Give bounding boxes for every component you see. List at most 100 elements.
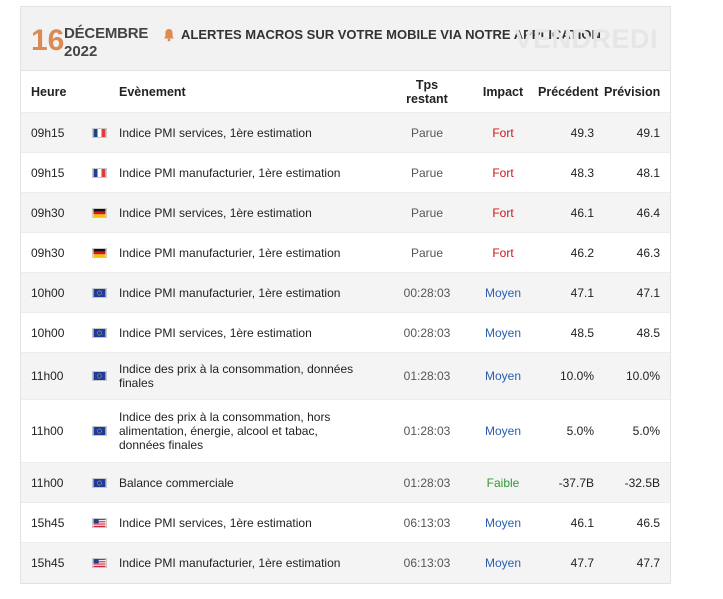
previous-value: 49.3 bbox=[538, 112, 604, 153]
date-month: DÉCEMBRE bbox=[64, 25, 149, 42]
weekday-label: VENDREDI bbox=[514, 24, 658, 54]
event-name[interactable]: Indice PMI manufacturier, 1ère estimatio… bbox=[119, 542, 386, 583]
table-row[interactable]: 10h00 Indice PMI services, 1ère estimatio… bbox=[21, 312, 670, 353]
previous-value: 46.1 bbox=[538, 192, 604, 233]
event-time: 11h00 bbox=[21, 352, 79, 400]
previous-value: 47.1 bbox=[538, 272, 604, 313]
forecast-value: 10.0% bbox=[604, 352, 670, 400]
event-name[interactable]: Indice PMI services, 1ère estimation bbox=[119, 502, 386, 543]
time-remaining: 01:28:03 bbox=[386, 399, 468, 463]
table-row[interactable]: 11h00 Indice des prix à la consommation, … bbox=[21, 399, 670, 463]
flag-usa-icon bbox=[91, 517, 107, 528]
col-prevision: Prévision bbox=[604, 71, 670, 113]
time-remaining: Parue bbox=[386, 192, 468, 233]
impact-level: Moyen bbox=[468, 542, 538, 583]
col-evenement: Evènement bbox=[119, 71, 386, 113]
col-impact: Impact bbox=[468, 71, 538, 113]
economic-calendar: 16 DÉCEMBRE 2022 ALERTES MACROS SUR VOTR… bbox=[20, 6, 671, 584]
previous-value: -37.7B bbox=[538, 462, 604, 503]
event-time: 11h00 bbox=[21, 462, 79, 503]
forecast-value: 5.0% bbox=[604, 399, 670, 463]
table-row[interactable]: 09h30 Indice PMI services, 1ère estimatio… bbox=[21, 192, 670, 233]
time-remaining: 00:28:03 bbox=[386, 312, 468, 353]
table-row[interactable]: 15h45 Indice PMI services, 1ère estimatio… bbox=[21, 502, 670, 543]
forecast-value: 47.7 bbox=[604, 542, 670, 583]
event-time: 11h00 bbox=[21, 399, 79, 463]
event-name[interactable]: Indice PMI services, 1ère estimation bbox=[119, 112, 386, 153]
event-time: 09h30 bbox=[21, 232, 79, 273]
impact-level: Fort bbox=[468, 112, 538, 153]
impact-level: Moyen bbox=[468, 312, 538, 353]
country-flag bbox=[79, 272, 119, 313]
forecast-value: 47.1 bbox=[604, 272, 670, 313]
event-name[interactable]: Indice PMI services, 1ère estimation bbox=[119, 312, 386, 353]
impact-level: Moyen bbox=[468, 399, 538, 463]
country-flag bbox=[79, 232, 119, 273]
previous-value: 10.0% bbox=[538, 352, 604, 400]
table-row[interactable]: 09h15 Indice PMI services, 1ère estimatio… bbox=[21, 112, 670, 153]
impact-level: Faible bbox=[468, 462, 538, 503]
country-flag bbox=[79, 399, 119, 463]
event-name[interactable]: Indice PMI manufacturier, 1ère estimatio… bbox=[119, 272, 386, 313]
events-table: Heure Evènement Tps restant Impact Précé… bbox=[21, 71, 670, 583]
table-row[interactable]: 11h00 Balance commerciale 01:28:03 Faible -3… bbox=[21, 462, 670, 503]
previous-value: 48.5 bbox=[538, 312, 604, 353]
country-flag bbox=[79, 542, 119, 583]
time-remaining: 01:28:03 bbox=[386, 352, 468, 400]
col-heure: Heure bbox=[21, 71, 79, 113]
flag-eu-icon bbox=[91, 477, 107, 488]
table-row[interactable]: 09h30 Indice PMI manufacturier, 1ère esti… bbox=[21, 232, 670, 273]
previous-value: 46.2 bbox=[538, 232, 604, 273]
calendar-header: 16 DÉCEMBRE 2022 ALERTES MACROS SUR VOTR… bbox=[21, 7, 670, 71]
col-tps-restant: Tps restant bbox=[386, 71, 468, 113]
time-remaining: Parue bbox=[386, 152, 468, 193]
previous-value: 5.0% bbox=[538, 399, 604, 463]
date-day: 16 bbox=[31, 24, 65, 57]
table-row[interactable]: 11h00 Indice des prix à la consommation, … bbox=[21, 352, 670, 400]
event-name[interactable]: Indice PMI manufacturier, 1ère estimatio… bbox=[119, 232, 386, 273]
flag-france-icon bbox=[91, 127, 107, 138]
event-time: 09h15 bbox=[21, 152, 79, 193]
event-time: 09h15 bbox=[21, 112, 79, 153]
col-tps-line2: restant bbox=[406, 91, 448, 106]
table-row[interactable]: 15h45 Indice PMI manufacturier, 1ère esti… bbox=[21, 542, 670, 583]
previous-value: 48.3 bbox=[538, 152, 604, 193]
previous-value: 47.7 bbox=[538, 542, 604, 583]
country-flag bbox=[79, 112, 119, 153]
flag-germany-icon bbox=[91, 207, 107, 218]
col-precedent: Précédent bbox=[538, 71, 604, 113]
event-name[interactable]: Indice PMI services, 1ère estimation bbox=[119, 192, 386, 233]
impact-level: Fort bbox=[468, 232, 538, 273]
time-remaining: 01:28:03 bbox=[386, 462, 468, 503]
time-remaining: Parue bbox=[386, 232, 468, 273]
forecast-value: 46.5 bbox=[604, 502, 670, 543]
impact-level: Moyen bbox=[468, 272, 538, 313]
time-remaining: Parue bbox=[386, 112, 468, 153]
flag-usa-icon bbox=[91, 557, 107, 568]
flag-eu-icon bbox=[91, 371, 107, 381]
previous-value: 46.1 bbox=[538, 502, 604, 543]
forecast-value: 48.5 bbox=[604, 312, 670, 353]
impact-level: Moyen bbox=[468, 352, 538, 400]
col-tps-line1: Tps bbox=[415, 77, 439, 92]
table-header-row: Heure Evènement Tps restant Impact Précé… bbox=[21, 71, 670, 113]
table-row[interactable]: 10h00 Indice PMI manufacturier, 1ère esti… bbox=[21, 272, 670, 313]
event-time: 10h00 bbox=[21, 272, 79, 313]
event-name[interactable]: Indice des prix à la consommation, hors … bbox=[119, 399, 386, 463]
table-row[interactable]: 09h15 Indice PMI manufacturier, 1ère esti… bbox=[21, 152, 670, 193]
event-name[interactable]: Indice PMI manufacturier, 1ère estimatio… bbox=[119, 152, 386, 193]
impact-level: Fort bbox=[468, 192, 538, 233]
country-flag bbox=[79, 502, 119, 543]
event-name[interactable]: Balance commerciale bbox=[119, 462, 386, 503]
flag-eu-icon bbox=[91, 426, 107, 436]
events-body: 09h15 Indice PMI services, 1ère estimatio… bbox=[21, 112, 670, 583]
event-name[interactable]: Indice des prix à la consommation, donné… bbox=[119, 352, 386, 400]
flag-eu-icon bbox=[91, 327, 107, 338]
country-flag bbox=[79, 152, 119, 193]
impact-level: Fort bbox=[468, 152, 538, 193]
forecast-value: 46.4 bbox=[604, 192, 670, 233]
event-time: 15h45 bbox=[21, 502, 79, 543]
flag-eu-icon bbox=[91, 287, 107, 298]
forecast-value: 49.1 bbox=[604, 112, 670, 153]
country-flag bbox=[79, 462, 119, 503]
